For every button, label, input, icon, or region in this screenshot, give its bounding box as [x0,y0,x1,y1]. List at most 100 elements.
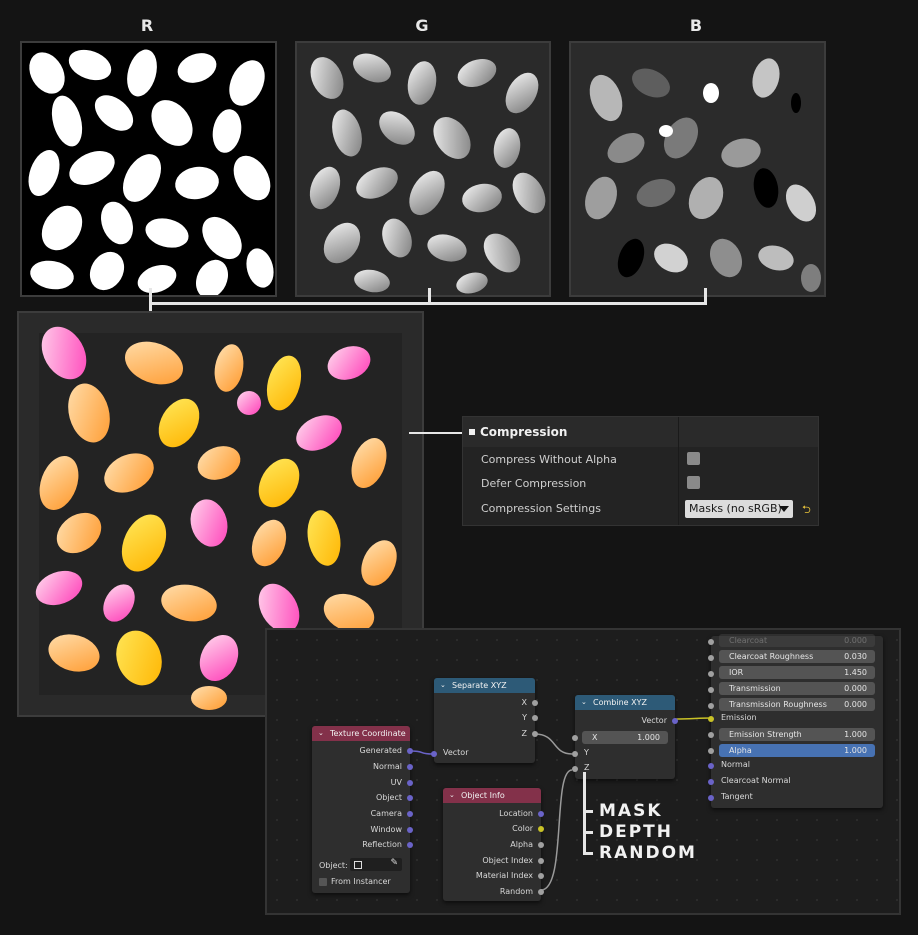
b-connector [704,288,707,303]
texture-coordinate-node[interactable]: ⌄ Texture Coordinate Generated Normal UV … [312,726,413,893]
socket-normal-in[interactable] [708,763,714,769]
socket-emission[interactable] [708,716,714,722]
node-editor[interactable]: ⌄ Texture Coordinate Generated Normal UV … [265,628,901,915]
socket-z[interactable] [532,731,538,737]
socket-clearcoat[interactable] [708,639,714,645]
field-value: 1.000 [844,746,867,755]
socket-clearcoat-roughness[interactable] [708,655,714,661]
socket-z-in[interactable] [572,766,578,772]
socket-material-index[interactable] [538,873,544,879]
output-vector-label: Vector [641,716,668,725]
output-z-label: Z [521,729,527,738]
socket-y[interactable] [532,715,538,721]
node-title: Separate XYZ [452,681,507,690]
socket-transmission[interactable] [708,687,714,693]
socket-normal[interactable] [407,764,413,770]
x-value-field[interactable]: X 1.000 [582,731,668,744]
node-title: Texture Coordinate [330,729,406,738]
input-vector-label: Vector [443,748,469,757]
socket-reflection[interactable] [407,842,413,848]
g-channel-image [295,41,551,297]
compression-panel: Compression Compress Without Alpha Defer… [462,416,819,526]
socket-tangent[interactable] [708,795,714,801]
g-connector [428,288,431,303]
eyedropper-icon[interactable]: ✎ [390,858,398,868]
field-label: Transmission Roughness [729,700,827,709]
principled-bsdf-node[interactable]: Clearcoat 0.000 Clearcoat Roughness 0.030 … [708,634,883,808]
compression-settings-label: Compression Settings [481,502,601,515]
object-picker-field[interactable]: ✎ [350,858,402,871]
from-instancer-checkbox[interactable] [319,878,327,886]
field-value: 0.000 [844,636,867,645]
socket-random[interactable] [538,889,544,895]
socket-alpha[interactable] [538,842,544,848]
combine-xyz-node[interactable]: ⌄ Combine XYZ Vector X 1.000 Y Z [572,695,678,779]
combine-xyz-header[interactable]: ⌄ Combine XYZ [575,695,675,710]
transmission-field[interactable]: Transmission 0.000 [719,682,875,695]
socket-uv[interactable] [407,780,413,786]
depth-annotation: DEPTH [599,822,674,842]
ior-field[interactable]: IOR 1.450 [719,666,875,679]
emission-label: Emission [721,713,757,722]
socket-transmission-roughness[interactable] [708,703,714,709]
output-color-label: Color [512,824,533,833]
emission-strength-field[interactable]: Emission Strength 1.000 [719,728,875,741]
chevron-down-icon[interactable]: ⌄ [440,678,446,693]
chevron-down-icon[interactable]: ⌄ [581,695,587,710]
socket-object-index[interactable] [538,858,544,864]
object-info-node[interactable]: ⌄ Object Info Location Color Alpha Object… [443,788,544,901]
output-x-label: X [521,698,527,707]
socket-object[interactable] [407,795,413,801]
output-location-label: Location [499,809,533,818]
separate-xyz-node[interactable]: ⌄ Separate XYZ X Y Z Vector [431,678,538,763]
chevron-down-icon[interactable]: ⌄ [449,788,455,803]
compression-header[interactable]: Compression [463,417,818,447]
socket-camera[interactable] [407,811,413,817]
clearcoat-roughness-field[interactable]: Clearcoat Roughness 0.030 [719,650,875,663]
annotation-bracket-line [583,772,586,855]
alpha-field[interactable]: Alpha 1.000 [719,744,875,757]
socket-color[interactable] [538,826,544,832]
compression-title: Compression [480,425,568,439]
compression-settings-dropdown[interactable]: Masks (no sRGB) [685,500,793,518]
compress-without-alpha-label: Compress Without Alpha [481,453,617,466]
annotation-tick-depth [583,831,593,834]
socket-vector-in[interactable] [431,751,437,757]
defer-compression-row: Defer Compression [467,472,817,495]
output-y-label: Y [522,713,527,722]
object-info-header[interactable]: ⌄ Object Info [443,788,541,803]
compress-without-alpha-checkbox[interactable] [687,452,700,465]
socket-x-in[interactable] [572,735,578,741]
socket-alpha-in[interactable] [708,748,714,754]
transmission-roughness-field[interactable]: Transmission Roughness 0.000 [719,698,875,711]
socket-vector-out[interactable] [672,718,678,724]
socket-ior[interactable] [708,671,714,677]
field-value: 1.450 [844,668,867,677]
socket-location[interactable] [538,811,544,817]
reset-arrow-icon[interactable]: ⮌ [802,501,811,520]
random-annotation: RANDOM [599,843,697,863]
normal-label: Normal [721,760,750,769]
texture-coordinate-header[interactable]: ⌄ Texture Coordinate [312,726,410,741]
mask-annotation: MASK [599,801,663,821]
channel-merge-line [149,302,707,305]
tangent-label: Tangent [721,792,753,801]
from-instancer-label: From Instancer [331,877,391,886]
output-uv-label: UV [390,778,402,787]
socket-window[interactable] [407,827,413,833]
g-channel-label: G [415,16,429,35]
socket-x[interactable] [532,700,538,706]
socket-y-in[interactable] [572,751,578,757]
dropdown-caret-icon [779,506,789,512]
field-label: IOR [729,668,744,677]
clearcoat-normal-label: Clearcoat Normal [721,776,791,785]
socket-emission-strength[interactable] [708,732,714,738]
separate-xyz-header[interactable]: ⌄ Separate XYZ [434,678,535,693]
socket-clearcoat-normal[interactable] [708,779,714,785]
compression-settings-value: Masks (no sRGB) [689,502,782,515]
clearcoat-field[interactable]: Clearcoat 0.000 [719,634,875,647]
defer-compression-checkbox[interactable] [687,476,700,489]
socket-generated[interactable] [407,748,413,754]
output-camera-label: Camera [370,809,402,818]
chevron-down-icon[interactable]: ⌄ [318,726,324,741]
